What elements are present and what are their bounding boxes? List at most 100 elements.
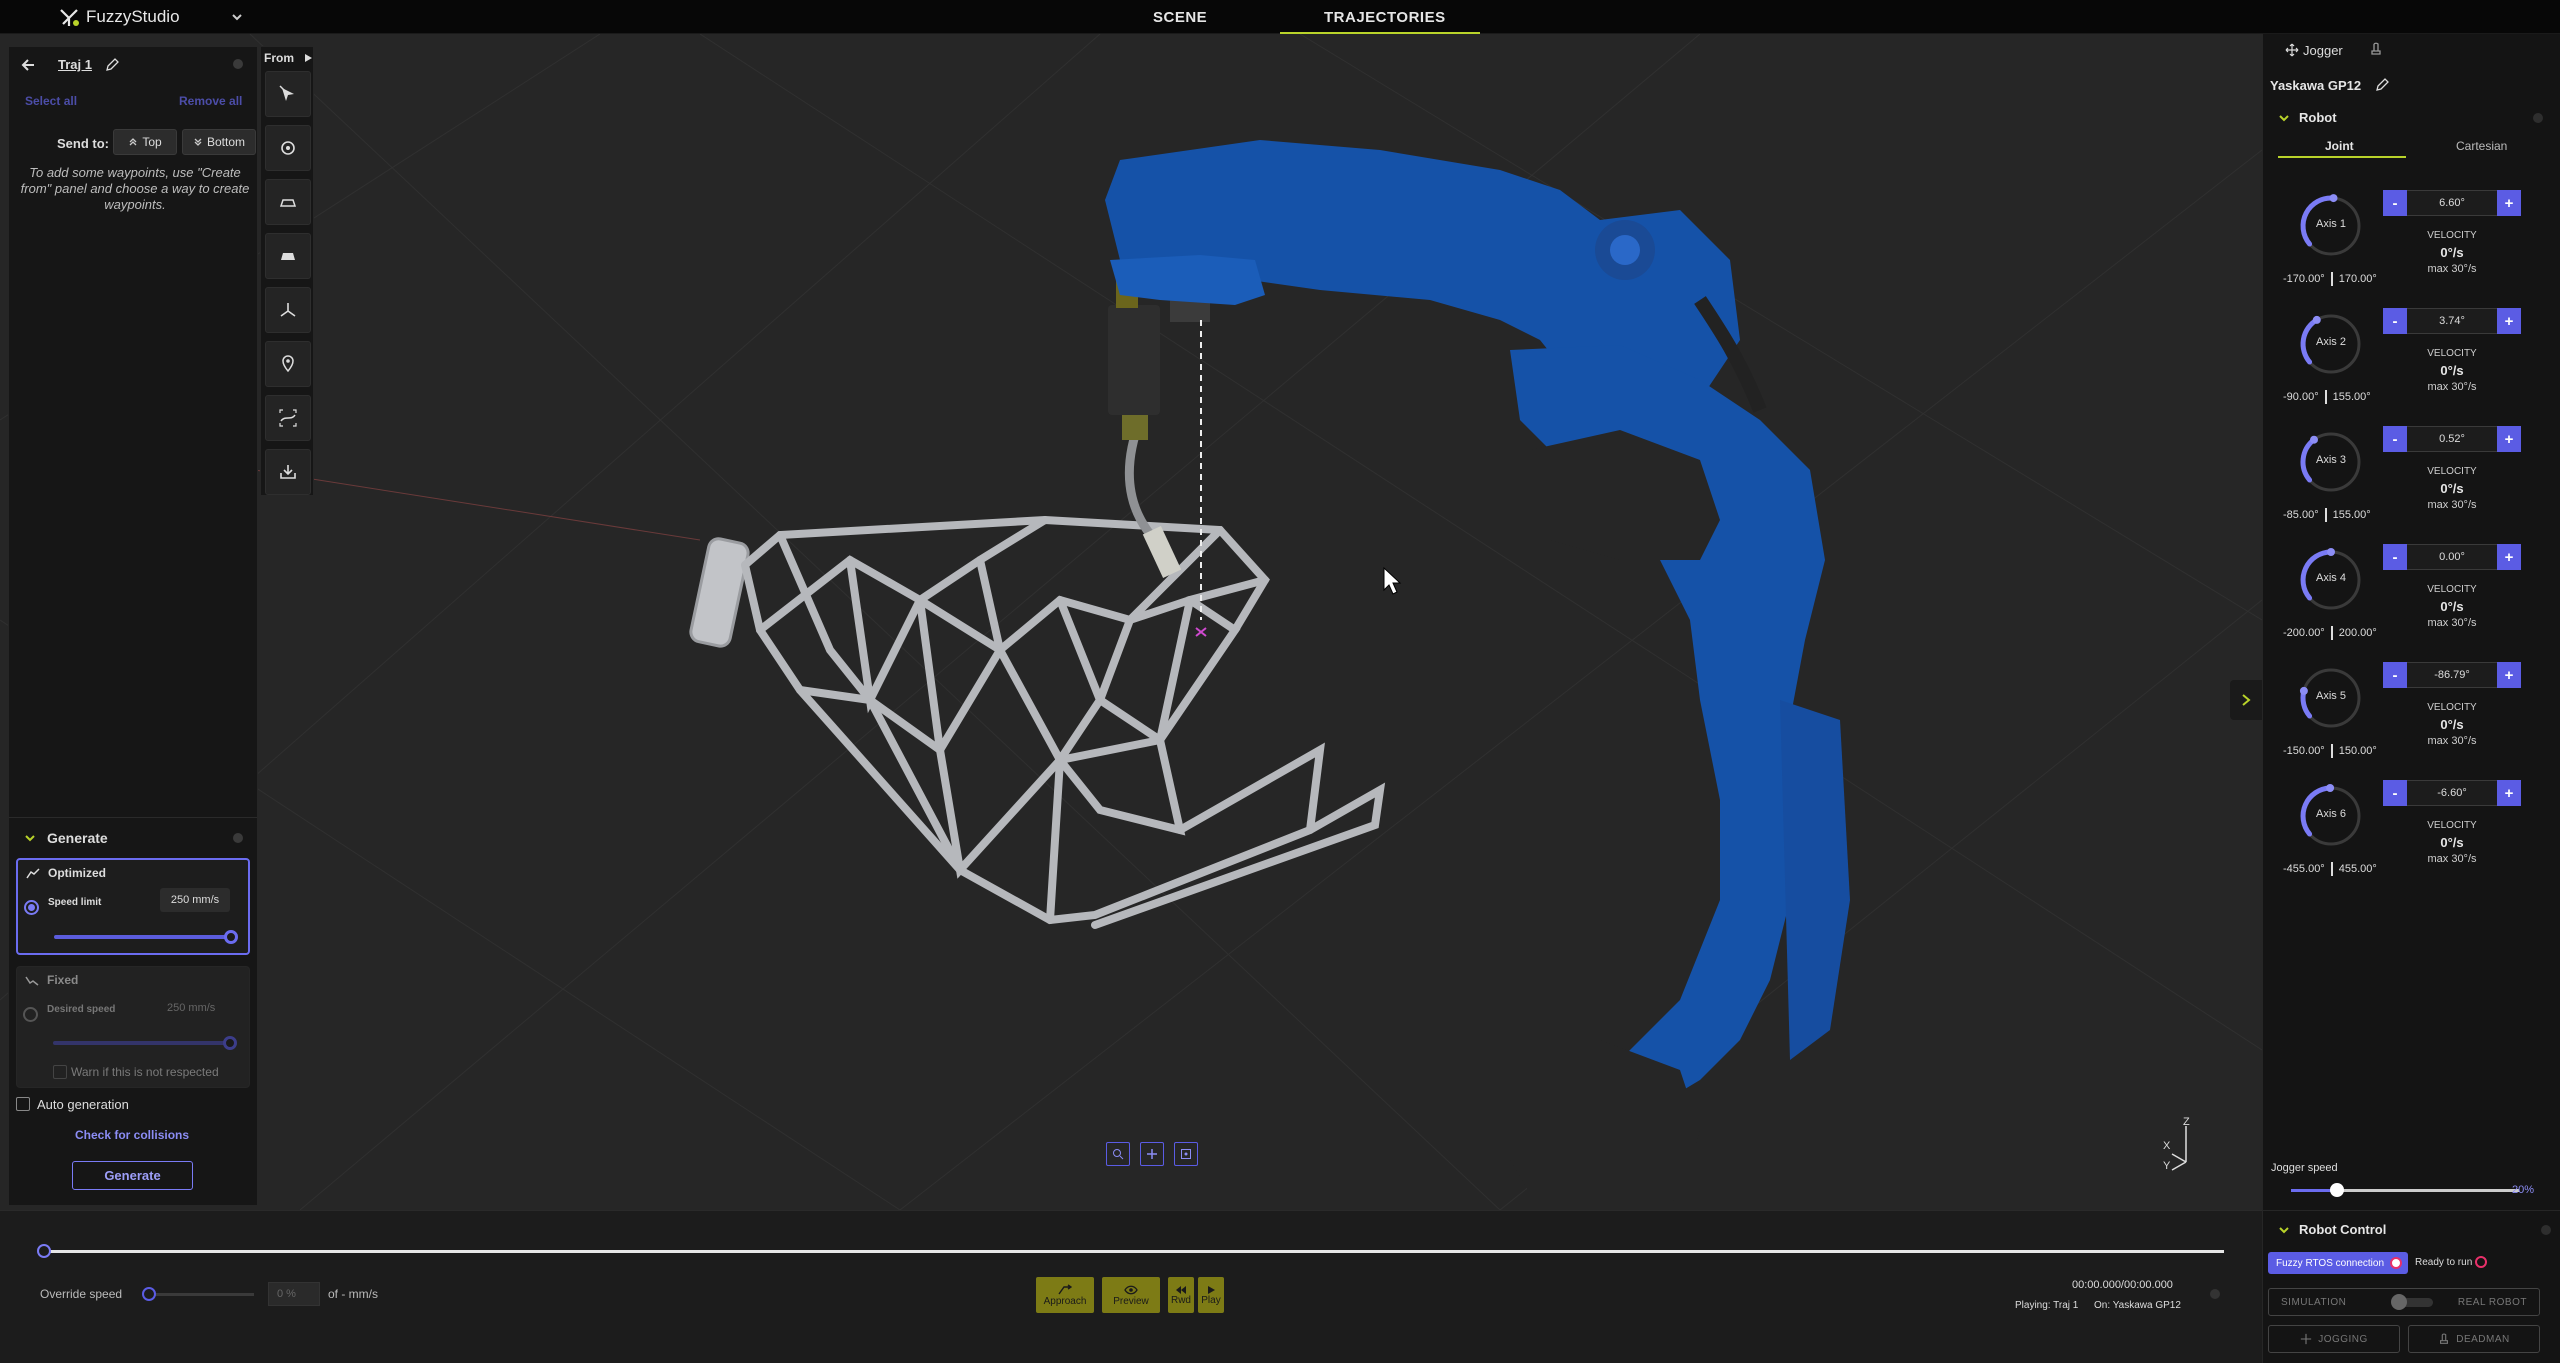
jogging-button[interactable]: JOGGING: [2268, 1325, 2400, 1353]
tool-frame-axes[interactable]: [265, 287, 311, 333]
chevron-down-icon[interactable]: [230, 10, 244, 24]
desired-speed-value[interactable]: 250 mm/s: [167, 1002, 215, 1014]
axis-stepper[interactable]: - 0.52° +: [2383, 426, 2521, 452]
warn-checkbox[interactable]: [53, 1065, 67, 1079]
axis-stepper[interactable]: - -6.60° +: [2383, 780, 2521, 806]
fit-view-button[interactable]: [1174, 1142, 1198, 1166]
timeline-track[interactable]: [44, 1250, 2224, 1253]
increment-button[interactable]: +: [2497, 662, 2521, 688]
axis-stepper[interactable]: - 6.60° +: [2383, 190, 2521, 216]
timeline-handle[interactable]: [37, 1244, 51, 1258]
preview-button[interactable]: Preview: [1102, 1277, 1160, 1313]
decrement-button[interactable]: -: [2383, 426, 2407, 452]
axis-value-input[interactable]: 0.52°: [2407, 426, 2497, 452]
tool-surface-edge[interactable]: [265, 179, 311, 225]
auto-generation-checkbox[interactable]: [16, 1097, 30, 1111]
tool-import[interactable]: [265, 449, 311, 495]
approach-button[interactable]: Approach: [1036, 1277, 1094, 1313]
axis-range: -170.00° 170.00°: [2283, 272, 2377, 286]
rtos-connection-button[interactable]: Fuzzy RTOS connection: [2268, 1252, 2408, 1274]
speed-limit-slider-track[interactable]: [54, 935, 232, 939]
trajectory-name[interactable]: Traj 1: [58, 57, 92, 72]
tool-target[interactable]: [265, 125, 311, 171]
decrement-button[interactable]: -: [2383, 190, 2407, 216]
axis-value-input[interactable]: -86.79°: [2407, 662, 2497, 688]
tool-cursor-select[interactable]: [265, 71, 311, 117]
decrement-button[interactable]: -: [2383, 308, 2407, 334]
decrement-button[interactable]: -: [2383, 662, 2407, 688]
surface-edge-icon: [279, 199, 297, 207]
check-collisions-link[interactable]: Check for collisions: [75, 1128, 189, 1142]
override-speed-track[interactable]: [146, 1293, 254, 1296]
select-all-link[interactable]: Select all: [25, 94, 77, 108]
3d-viewport[interactable]: Z X Y: [0, 34, 2262, 1210]
info-icon[interactable]: [233, 833, 243, 843]
mode-toggle[interactable]: SIMULATION REAL ROBOT: [2268, 1288, 2540, 1316]
axis-value-input[interactable]: 6.60°: [2407, 190, 2497, 216]
edit-pencil-icon[interactable]: [105, 58, 119, 72]
info-icon[interactable]: [2541, 1225, 2551, 1235]
axis-stepper[interactable]: - 0.00° +: [2383, 544, 2521, 570]
fixed-radio[interactable]: [23, 1007, 38, 1022]
info-icon[interactable]: [2533, 113, 2543, 123]
decrement-button[interactable]: -: [2383, 780, 2407, 806]
app-logo[interactable]: FuzzyStudio: [58, 6, 180, 28]
deadman-button[interactable]: DEADMAN: [2408, 1325, 2540, 1353]
speed-limit-slider-handle[interactable]: [224, 930, 238, 944]
override-speed-handle[interactable]: [142, 1287, 156, 1301]
jogger-speed-slider-handle[interactable]: [2329, 1183, 2344, 1197]
cartesian-mode-tab[interactable]: Cartesian: [2456, 139, 2507, 153]
fixed-option-card[interactable]: Fixed Desired speed 250 mm/s Warn if thi…: [16, 966, 250, 1088]
rewind-button[interactable]: Rwd: [1168, 1277, 1194, 1313]
joint-mode-tab[interactable]: Joint: [2325, 139, 2354, 153]
mode-switch-knob[interactable]: [2391, 1294, 2407, 1310]
axis-stepper[interactable]: - 3.74° +: [2383, 308, 2521, 334]
tab-trajectories[interactable]: TRAJECTORIES: [1324, 9, 1446, 26]
tool-location-pin[interactable]: [265, 341, 311, 387]
play-button[interactable]: Play: [1198, 1277, 1224, 1313]
decrement-button[interactable]: -: [2383, 544, 2407, 570]
jogger-panel: Jogger Yaskawa GP12 Robot Joint Cartesia…: [2262, 34, 2560, 1210]
generate-button[interactable]: Generate: [72, 1161, 193, 1190]
deadman-icon[interactable]: [2369, 42, 2383, 56]
move-arrows-icon: [2285, 43, 2299, 57]
edit-pencil-icon[interactable]: [2375, 78, 2389, 92]
send-bottom-button[interactable]: Bottom: [182, 129, 256, 155]
axes-gizmo[interactable]: [2150, 1114, 2210, 1174]
tool-surface[interactable]: [265, 233, 311, 279]
tab-scene[interactable]: SCENE: [1153, 9, 1207, 26]
speed-limit-input[interactable]: 250 mm/s: [160, 888, 230, 912]
increment-button[interactable]: +: [2497, 190, 2521, 216]
zoom-out-button[interactable]: [1106, 1142, 1130, 1166]
info-icon[interactable]: [233, 59, 243, 69]
remove-all-link[interactable]: Remove all: [179, 94, 242, 108]
optimized-option-card[interactable]: Optimized Speed limit 250 mm/s: [16, 858, 250, 955]
collapse-panel-button[interactable]: [2230, 680, 2262, 720]
desired-speed-slider-handle[interactable]: [223, 1036, 237, 1050]
scene-canvas[interactable]: [0, 34, 2262, 1210]
axis-value-input[interactable]: 0.00°: [2407, 544, 2497, 570]
axis-stepper[interactable]: - -86.79° +: [2383, 662, 2521, 688]
axis-max: 155.00°: [2332, 391, 2371, 403]
chevron-down-icon[interactable]: [24, 832, 36, 844]
increment-button[interactable]: +: [2497, 544, 2521, 570]
optimized-radio[interactable]: [24, 900, 39, 915]
zoom-in-button[interactable]: [1140, 1142, 1164, 1166]
info-icon[interactable]: [2210, 1289, 2220, 1299]
back-arrow-icon[interactable]: [20, 57, 36, 73]
axis-value-input[interactable]: -6.60°: [2407, 780, 2497, 806]
robot-control-title: Robot Control: [2299, 1222, 2387, 1237]
increment-button[interactable]: +: [2497, 426, 2521, 452]
send-to-label: Send to:: [57, 136, 109, 151]
desired-speed-slider-track[interactable]: [53, 1041, 231, 1045]
play-triangle-icon[interactable]: [303, 53, 313, 63]
tool-path-scan[interactable]: [265, 395, 311, 441]
chevron-down-icon[interactable]: [2278, 1224, 2290, 1236]
jogger-tab[interactable]: Jogger: [2303, 43, 2343, 58]
send-top-button[interactable]: Top: [113, 129, 177, 155]
override-speed-input[interactable]: 0 %: [268, 1282, 320, 1306]
increment-button[interactable]: +: [2497, 308, 2521, 334]
increment-button[interactable]: +: [2497, 780, 2521, 806]
axis-value-input[interactable]: 3.74°: [2407, 308, 2497, 334]
chevron-down-icon[interactable]: [2278, 112, 2290, 124]
